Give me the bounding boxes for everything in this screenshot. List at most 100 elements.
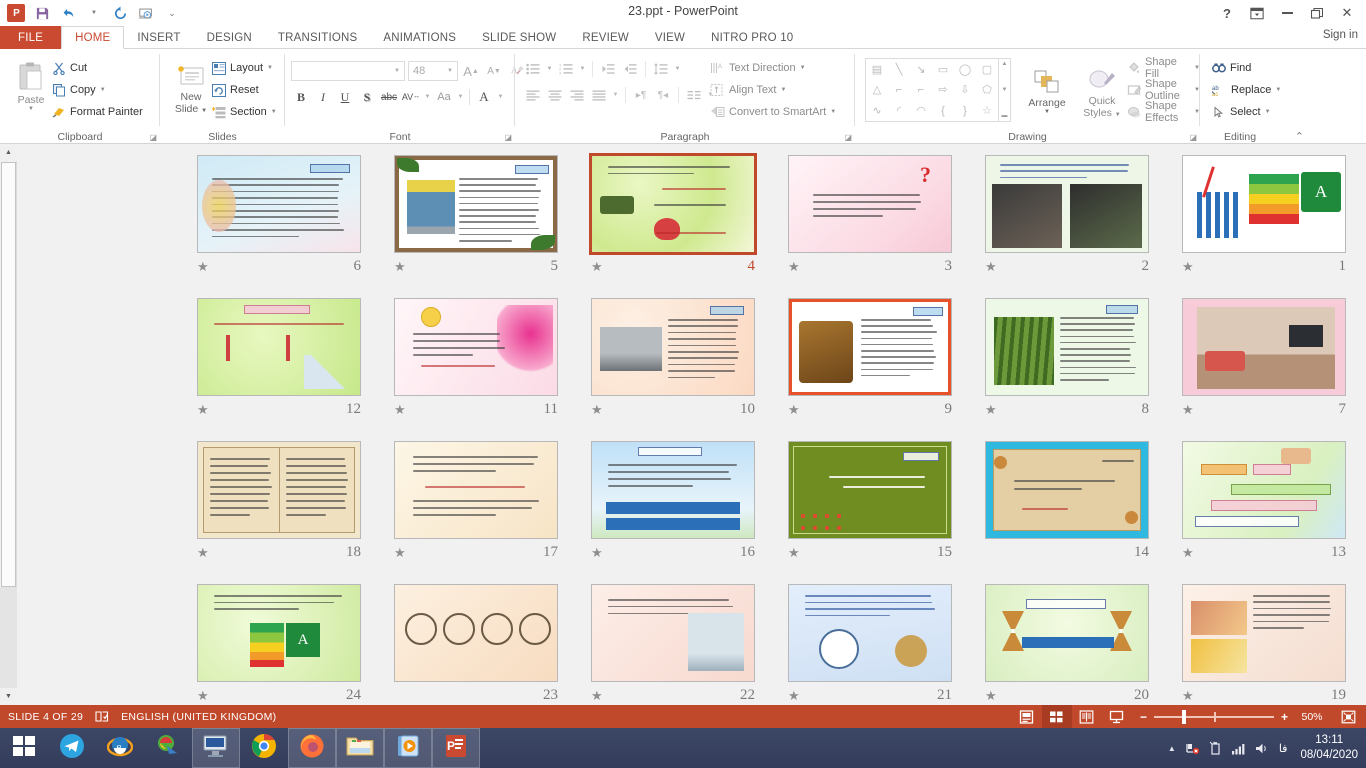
decrease-font-size-button[interactable]: A▼ xyxy=(484,61,504,81)
paste-button[interactable]: Paste ▼ xyxy=(8,55,54,112)
justify-button[interactable] xyxy=(589,85,609,105)
font-size-combobox[interactable]: 48 ▼ xyxy=(408,61,458,81)
show-hidden-icons-icon[interactable]: ▲ xyxy=(1168,744,1176,753)
sign-in-link[interactable]: Sign in xyxy=(1323,29,1358,41)
align-right-button[interactable] xyxy=(567,85,587,105)
shape-left-brace-icon[interactable]: { xyxy=(932,100,954,121)
slide-thumbnail-frame[interactable] xyxy=(591,298,755,396)
slide-thumbnail-12[interactable]: ★12 xyxy=(189,298,369,423)
new-slide-dropdown-icon[interactable]: ▼ xyxy=(201,108,207,114)
animation-star-icon[interactable]: ★ xyxy=(197,689,209,702)
shape-freeform-scribble-icon[interactable]: ∿ xyxy=(866,100,888,121)
arrange-button[interactable]: Arrange ▼ xyxy=(1020,63,1074,115)
slide-thumbnail-21[interactable]: ★21 xyxy=(780,584,960,709)
shapes-scroll-down-icon[interactable]: ▼ xyxy=(1002,87,1008,93)
telegram[interactable] xyxy=(48,728,96,768)
ribbon-tab-transitions[interactable]: TRANSITIONS xyxy=(265,26,371,49)
close-button[interactable]: ✕ xyxy=(1332,1,1362,25)
new-slide-button[interactable]: New Slide ▼ xyxy=(168,59,214,115)
rtl-direction-button[interactable]: ¶◂ xyxy=(653,85,673,105)
animation-star-icon[interactable]: ★ xyxy=(591,689,603,702)
quick-styles-dropdown-icon[interactable]: ▼ xyxy=(1115,112,1121,118)
slide-thumbnail-frame[interactable] xyxy=(1182,441,1346,539)
slide-sorter-view-button[interactable] xyxy=(1042,705,1072,728)
zoom-level-label[interactable]: 50% xyxy=(1295,711,1329,723)
bold-button[interactable]: B xyxy=(291,87,311,107)
spellcheck-icon[interactable] xyxy=(95,710,109,723)
zoom-slider-handle[interactable] xyxy=(1182,710,1186,724)
layout-button[interactable]: Layout ▼ xyxy=(212,57,277,79)
scrollbar-track[interactable] xyxy=(0,587,17,688)
change-case-dropdown-icon[interactable]: ▼ xyxy=(456,87,465,107)
slide-thumbnail-24[interactable]: A★24 xyxy=(189,584,369,709)
align-left-button[interactable] xyxy=(523,85,543,105)
slide-thumbnail-5[interactable]: ★5 xyxy=(386,155,566,280)
animation-star-icon[interactable]: ★ xyxy=(591,546,603,559)
ribbon-tab-insert[interactable]: INSERT xyxy=(124,26,193,49)
animation-star-icon[interactable]: ★ xyxy=(985,260,997,273)
slide-thumbnail-frame[interactable] xyxy=(985,584,1149,682)
animation-star-icon[interactable]: ★ xyxy=(1182,546,1194,559)
shape-elbow-connector-icon[interactable]: ⌐ xyxy=(888,80,910,101)
slide-thumbnail-frame[interactable] xyxy=(589,153,757,255)
slide-thumbnail-11[interactable]: ★11 xyxy=(386,298,566,423)
slide-thumbnail-frame[interactable]: ? xyxy=(788,155,952,253)
ribbon-tab-design[interactable]: DESIGN xyxy=(194,26,265,49)
shape-right-brace-icon[interactable]: } xyxy=(954,100,976,121)
zoom-in-button[interactable]: + xyxy=(1281,710,1288,724)
mozilla-firefox[interactable] xyxy=(288,728,336,768)
slide-thumbnail-22[interactable]: ★22 xyxy=(583,584,763,709)
slide-thumbnail-frame[interactable] xyxy=(394,298,558,396)
shapes-more-icon[interactable]: ▬ xyxy=(1002,113,1008,121)
slide-thumbnail-frame[interactable] xyxy=(788,441,952,539)
shape-star-icon[interactable]: ☆ xyxy=(976,100,998,121)
slide-thumbnail-17[interactable]: ★17 xyxy=(386,441,566,566)
help-button[interactable]: ? xyxy=(1212,1,1242,25)
ribbon-tab-slide-show[interactable]: SLIDE SHOW xyxy=(469,26,569,49)
text-direction-button[interactable]: A Text Direction ▼ xyxy=(710,57,836,79)
signal-bars-icon[interactable] xyxy=(1231,742,1246,755)
bullets-dropdown-icon[interactable]: ▼ xyxy=(545,59,554,79)
quick-styles-button[interactable]: Quick Styles ▼ xyxy=(1077,63,1127,119)
paragraph-dialog-launcher[interactable]: ◪ xyxy=(844,133,852,142)
internet-explorer[interactable]: e xyxy=(96,728,144,768)
shape-flowchart-shape-icon[interactable]: ⬠ xyxy=(976,80,998,101)
bullets-button[interactable] xyxy=(523,59,543,79)
font-dialog-launcher[interactable]: ◪ xyxy=(504,133,512,142)
animation-star-icon[interactable]: ★ xyxy=(1182,403,1194,416)
text-direction-dropdown-icon[interactable]: ▼ xyxy=(800,65,806,71)
slide-thumbnail-14[interactable]: 14 xyxy=(977,441,1157,566)
format-painter-button[interactable]: Format Painter xyxy=(52,101,143,123)
ribbon-tab-file[interactable]: FILE xyxy=(0,26,61,49)
animation-star-icon[interactable]: ★ xyxy=(788,260,800,273)
font-name-combobox[interactable]: ▼ xyxy=(291,61,405,81)
minimize-button[interactable] xyxy=(1272,1,1302,25)
copy-button[interactable]: Copy ▼ xyxy=(52,79,143,101)
slide-thumbnail-6[interactable]: ★6 xyxy=(189,155,369,280)
animation-star-icon[interactable]: ★ xyxy=(591,403,603,416)
slide-thumbnail-3[interactable]: ?★3 xyxy=(780,155,960,280)
slide-thumbnail-frame[interactable] xyxy=(394,441,558,539)
slide-thumbnail-frame[interactable] xyxy=(394,584,558,682)
align-center-button[interactable] xyxy=(545,85,565,105)
reading-view-button[interactable] xyxy=(1072,705,1102,728)
slide-thumbnail-9[interactable]: ★9 xyxy=(780,298,960,423)
restore-button[interactable] xyxy=(1302,1,1332,25)
character-spacing-dropdown-icon[interactable]: ▼ xyxy=(423,87,432,107)
animation-star-icon[interactable]: ★ xyxy=(985,689,997,702)
slide-thumbnail-frame[interactable] xyxy=(394,155,558,253)
file-explorer[interactable] xyxy=(336,728,384,768)
section-button[interactable]: Section ▼ xyxy=(212,101,277,123)
animation-star-icon[interactable]: ★ xyxy=(197,260,209,273)
media-player[interactable] xyxy=(384,728,432,768)
shape-block-arrow-right-icon[interactable]: ⇨ xyxy=(932,80,954,101)
shape-elbow-arrow-connector-icon[interactable]: ⌐ xyxy=(910,80,932,101)
fit-to-window-button[interactable] xyxy=(1336,705,1360,728)
line-spacing-dropdown-icon[interactable]: ▼ xyxy=(673,59,682,79)
convert-to-smartart-dropdown-icon[interactable]: ▼ xyxy=(830,109,836,115)
shape-rectangle-icon[interactable]: ▭ xyxy=(932,59,954,80)
select-button[interactable]: Select ▼ xyxy=(1212,101,1281,123)
increase-font-size-button[interactable]: A▲ xyxy=(461,61,481,81)
reset-button[interactable]: Reset xyxy=(212,79,277,101)
slide-thumbnail-1[interactable]: A★1 xyxy=(1174,155,1354,280)
